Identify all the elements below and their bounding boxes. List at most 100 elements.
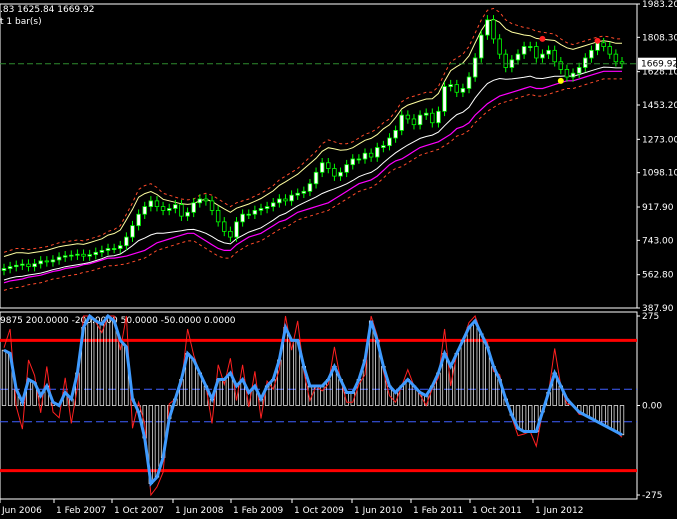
candle-body (528, 46, 533, 48)
candle-body (105, 248, 111, 251)
last-price-label: 1669.92 (641, 60, 677, 70)
candle-body (124, 236, 129, 247)
cci-hist-bar (111, 320, 117, 406)
candle-body (558, 61, 564, 70)
time-tick-label: Jun 2006 (1, 506, 42, 516)
price-tick-label: 1983.20 (642, 0, 677, 10)
candle-body (368, 152, 374, 158)
cci-hist-bar (521, 405, 527, 432)
candle-body (564, 69, 570, 78)
candle-body (460, 88, 466, 93)
candle-body (479, 34, 484, 59)
candle-body (32, 263, 37, 268)
candle-body (546, 49, 551, 55)
cci-pane[interactable] (0, 313, 637, 497)
candle-body (515, 53, 521, 61)
cci-hist-bar (105, 315, 111, 406)
cci-hist-bar (619, 405, 625, 436)
cci-hist-bar (87, 315, 92, 406)
candle-body (423, 112, 429, 116)
candle-body (20, 263, 25, 266)
price-tick-label: 1273.00 (642, 135, 677, 145)
candle-body (93, 251, 98, 256)
candle-body (307, 183, 313, 192)
candle-body (326, 162, 331, 169)
candle-body (191, 202, 196, 213)
price-tick-label: 743.00 (642, 236, 674, 246)
candle-body (589, 49, 594, 59)
cci-hist-bar (93, 320, 98, 406)
candle-body (75, 253, 80, 256)
cci-hist-bar (1, 349, 7, 406)
candle-body (154, 200, 160, 208)
ma-line (3, 70, 622, 284)
candle-body (81, 253, 86, 257)
candle-body (136, 213, 141, 227)
cci-hist-bar (472, 320, 478, 406)
candle-body (118, 245, 123, 249)
cci-hist-bar (607, 405, 612, 429)
band-upper-line (3, 18, 622, 257)
candle-body (332, 168, 337, 177)
candle-body (576, 67, 582, 74)
cci-tick-label: 0.00 (642, 402, 662, 412)
candle-body (497, 38, 502, 55)
candle-body (393, 129, 398, 139)
candle-body (430, 112, 435, 124)
candle-body (173, 204, 178, 209)
candle-body (613, 53, 619, 63)
candle-body (448, 84, 453, 87)
time-tick-label: 1 Jun 2008 (175, 506, 224, 516)
candle-body (521, 46, 527, 55)
candle-body (503, 53, 508, 68)
candle-body (319, 162, 325, 173)
signal-dot-red (539, 35, 546, 42)
cci-hist-bar (595, 405, 600, 423)
cci-tick-label: -275 (642, 491, 662, 501)
candle-body (552, 49, 557, 63)
candle-body (271, 202, 276, 208)
candle-body (411, 118, 417, 126)
candle-body (534, 46, 539, 59)
candle-body (283, 198, 288, 202)
time-tick-label: 1 Oct 2009 (294, 506, 344, 516)
candle-body (436, 110, 441, 124)
candle-body (160, 206, 166, 211)
candle-body (313, 171, 319, 185)
candle-body (69, 254, 74, 257)
candle-body (583, 57, 588, 68)
price-pane[interactable] (0, 7, 637, 291)
candle-body (228, 230, 233, 238)
time-tick-label: 1 Jun 2010 (354, 506, 403, 516)
candle-body (111, 248, 117, 250)
candle-body (540, 53, 545, 59)
time-tick-label: 1 Jun 2012 (535, 506, 583, 516)
candle-body (185, 211, 190, 217)
time-tick-label: 1 Feb 2009 (233, 506, 284, 516)
price-tick-label: 917.90 (642, 203, 674, 213)
band-lower-line (3, 66, 622, 281)
candle-body (601, 42, 606, 47)
price-tick-label: 1453.20 (642, 101, 677, 111)
cci-hist-bar (528, 405, 533, 432)
signal-dot-red (594, 37, 601, 44)
candle-body (14, 264, 19, 268)
candle-body (417, 114, 423, 126)
candle-body (295, 192, 300, 196)
candle-body (607, 46, 612, 55)
candle-body (240, 213, 245, 223)
cci-hist-bar (154, 405, 160, 478)
candle-body (142, 206, 147, 215)
candle-body (246, 213, 251, 216)
axes: 1983.201808.301628.101453.201273.001098.… (0, 0, 677, 516)
cci-hist-bar (99, 323, 105, 406)
candle-body (166, 208, 172, 211)
candle-body (222, 221, 227, 232)
candle-body (570, 72, 576, 78)
candle-body (203, 198, 209, 202)
chart-canvas[interactable]: 1983.201808.301628.101453.201273.001098.… (0, 0, 677, 519)
price-tick-label: 1098.10 (642, 169, 677, 179)
cci-hist-bar (613, 405, 619, 432)
time-tick-label: 1 Feb 2007 (56, 506, 106, 516)
candle-body (234, 221, 239, 238)
